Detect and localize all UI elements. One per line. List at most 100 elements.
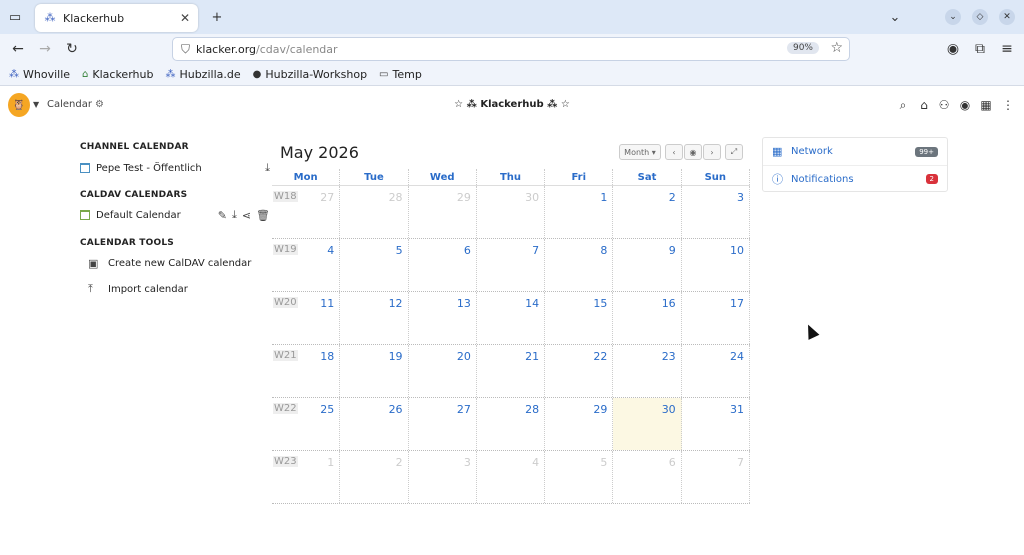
week-row: W18 27 28 29 30 1 2 3 [272,186,750,239]
day-cell[interactable]: 6 [613,451,682,503]
expand-icon[interactable]: ⤢ [725,144,743,160]
day-cell[interactable]: 12 [340,292,409,344]
account-icon[interactable]: ◉ [943,39,963,59]
day-cell[interactable]: 28 [477,398,546,450]
calendar-color-icon [80,210,90,220]
day-cell[interactable]: 3 [682,186,750,238]
tab-title: Klackerhub [63,11,125,25]
week-row: W23 1 2 3 4 5 6 7 [272,451,750,504]
calendar-color-icon [80,163,90,173]
weekday-label: Fri [545,169,614,185]
caldav-calendars-heading: CALDAV CALENDARS [80,190,188,200]
info-circle-icon: ⓘ [772,173,783,186]
home-icon[interactable]: ⌂ [917,98,931,112]
download-icon[interactable]: ⤓ [232,208,237,222]
edit-pencil-icon[interactable]: ✎ [218,209,227,222]
day-cell[interactable]: 15 [545,292,614,344]
browser-tab[interactable]: ⁂ Klackerhub ✕ [35,4,198,32]
day-cell[interactable]: 7 [477,239,546,291]
calendar-sidebar: CHANNEL CALENDAR Pepe Test - Öffentlich … [80,142,270,299]
reload-icon[interactable]: ↻ [62,39,82,59]
day-cell[interactable]: 9 [613,239,682,291]
day-cell[interactable]: 29 [409,186,477,238]
today-cell[interactable]: 30 [613,398,682,450]
day-cell[interactable]: 7 [682,451,750,503]
forward-arrow-icon[interactable]: → [35,39,55,59]
create-caldav-calendar-link[interactable]: ▣ Create new CalDAV calendar [80,253,270,273]
prev-month-button[interactable]: ‹ [665,144,683,160]
close-window-icon[interactable]: ✕ [999,9,1015,25]
menu-icon[interactable]: ≡ [997,39,1017,59]
bookmark-klackerhub[interactable]: ⌂ Klackerhub [82,68,153,81]
notifications-widget: ▦ Network 99+ ⓘ Notifications 2 [762,137,948,192]
today-button[interactable]: ◉ [684,144,702,160]
connections-icon[interactable]: ⚇ [937,98,951,112]
hubzilla-icon: ⁂ [9,69,19,80]
extensions-icon[interactable]: ⧉ [970,39,990,59]
new-tab-icon[interactable]: + [206,6,228,28]
day-cell[interactable]: 20 [409,345,477,397]
day-cell[interactable]: 5 [340,239,409,291]
day-cell[interactable]: 17 [682,292,750,344]
site-name[interactable]: ☆ ⁂ Klackerhub ⁂ ☆ [0,99,1024,110]
network-count-badge: 99+ [915,146,938,157]
day-cell[interactable]: 23 [613,345,682,397]
day-cell[interactable]: 10 [682,239,750,291]
tab-overflow-chevron-icon[interactable]: ⌄ [884,6,906,28]
download-icon[interactable]: ⤓ [265,161,270,175]
day-cell[interactable]: 27 [409,398,477,450]
day-cell[interactable]: 24 [682,345,750,397]
day-cell[interactable]: 14 [477,292,546,344]
apps-grid-icon[interactable]: ▦ [979,98,993,112]
import-calendar-link[interactable]: ⤒ Import calendar [80,279,270,299]
day-cell[interactable]: 26 [340,398,409,450]
more-vertical-icon[interactable]: ⋮ [1001,98,1015,112]
day-cell[interactable]: 13 [409,292,477,344]
network-link[interactable]: ▦ Network 99+ [763,138,947,165]
bookmark-temp[interactable]: ▭ Temp [379,68,422,81]
tab-list-icon[interactable]: ▭ [4,6,26,28]
day-cell[interactable]: 1 [545,186,614,238]
day-cell[interactable]: 6 [409,239,477,291]
day-cell[interactable]: 5 [545,451,614,503]
address-bar[interactable]: ⛉ klacker.org/cdav/calendar 90% ☆ [172,37,850,61]
search-icon[interactable]: ⌕ [896,98,910,112]
calendar-title: May 2026 [280,143,359,162]
day-cell[interactable]: 29 [545,398,614,450]
day-cell[interactable]: 31 [682,398,750,450]
day-cell[interactable]: 2 [340,451,409,503]
minimize-icon[interactable]: ⌄ [945,9,961,25]
day-cell[interactable]: 3 [409,451,477,503]
view-select[interactable]: Month ▾ [619,144,661,160]
caldav-calendar-item[interactable]: Default Calendar ✎ ⤓ ⋖ 🗑 [80,205,270,225]
user-icon[interactable]: ◉ [958,98,972,112]
day-cell[interactable]: 4 [477,451,546,503]
zoom-level[interactable]: 90% [786,42,819,54]
close-tab-icon[interactable]: ✕ [180,11,190,25]
week-number: W22 [273,403,298,414]
grid-icon: ▦ [772,145,783,158]
day-cell[interactable]: 19 [340,345,409,397]
day-cell[interactable]: 16 [613,292,682,344]
calendar-grid: W18 27 28 29 30 1 2 3 W19 4 5 6 7 8 9 10… [272,186,750,504]
day-cell[interactable]: 2 [613,186,682,238]
day-cell[interactable]: 28 [340,186,409,238]
day-cell[interactable]: 8 [545,239,614,291]
day-cell[interactable]: 21 [477,345,546,397]
notifications-link[interactable]: ⓘ Notifications 2 [763,165,947,192]
day-cell[interactable]: 22 [545,345,614,397]
next-month-button[interactable]: › [703,144,721,160]
bookmark-star-icon[interactable]: ☆ [830,40,843,56]
bookmarks-bar: ⁂ Whoville ⌂ Klackerhub ⁂ Hubzilla.de ● Hubz… [0,64,1024,86]
app-header: 🦉 ▼ Calendar ⚙ ☆ ⁂ Klackerhub ⁂ ☆ ⌕ ⌂ ⚇ … [0,88,1024,124]
back-arrow-icon[interactable]: ← [8,39,28,59]
bookmark-hubzilla-de[interactable]: ⁂ Hubzilla.de [165,68,240,81]
share-icon[interactable]: ⋖ [242,209,251,222]
url-path: /cdav/calendar [256,42,338,56]
channel-calendar-item[interactable]: Pepe Test - Öffentlich ⤓ [80,158,270,178]
trash-icon[interactable]: 🗑 [256,209,270,222]
maximize-icon[interactable]: ◇ [972,9,988,25]
day-cell[interactable]: 30 [477,186,546,238]
bookmark-whoville[interactable]: ⁂ Whoville [9,68,70,81]
bookmark-hubzilla-workshop[interactable]: ● Hubzilla-Workshop [253,68,367,81]
